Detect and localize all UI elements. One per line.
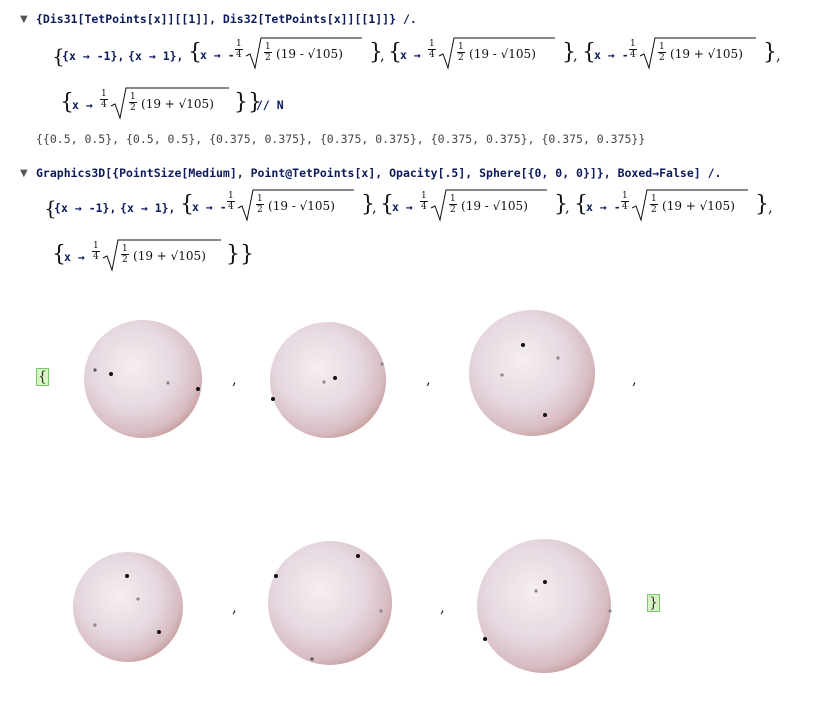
graphics3d-output-spheres [73, 310, 612, 673]
sphere-graphic-3[interactable] [469, 310, 595, 436]
sphere-graphic-4[interactable] [73, 552, 183, 662]
sphere-graphic-5[interactable] [268, 541, 392, 665]
sphere-graphic-1[interactable] [84, 320, 202, 438]
sphere-graphic-2[interactable] [270, 322, 386, 438]
sphere-graphic-6[interactable] [477, 539, 612, 673]
